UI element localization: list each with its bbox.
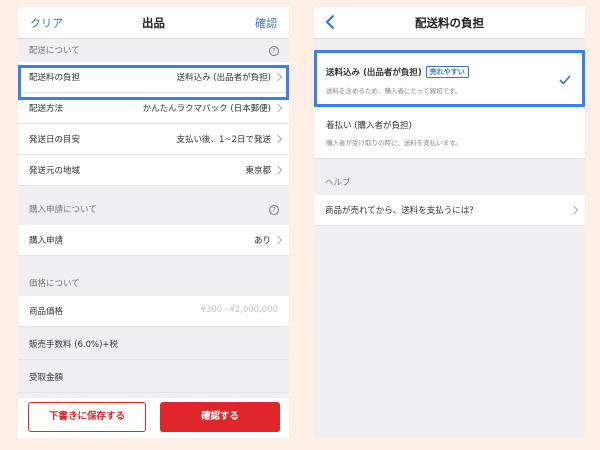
row-label: 配送方法 xyxy=(29,104,64,114)
save-draft-button[interactable]: 下書きに保存する xyxy=(28,402,146,432)
row-label: 発送日の目安 xyxy=(29,135,81,145)
price-section-header: 価格について xyxy=(18,273,289,295)
confirm-button[interactable]: 確認する xyxy=(160,402,280,432)
shipping-fee-screen: 配送料の負担 送料込み (出品者が負担) 売れやすい 送料を含めるため、購入者にと… xyxy=(314,7,585,438)
row-value: 支払い後、1~2日で発送 xyxy=(176,135,271,145)
fee-label: 販売手数料 (6.0%)+税 xyxy=(29,340,119,350)
shipping-fee-row[interactable]: 配送料の負担 送料込み (出品者が負担) xyxy=(18,62,289,93)
confirm-link[interactable]: 確認 xyxy=(255,15,277,31)
row-label: 発送元の地域 xyxy=(29,166,81,176)
shipping-method-row[interactable]: 配送方法 かんたんラクマパック (日本郵便) xyxy=(18,93,289,124)
checkmark-icon xyxy=(559,75,571,85)
option-title-text: 送料込み (出品者が負担) xyxy=(326,68,422,78)
listing-navbar: クリア 出品 確認 xyxy=(18,7,289,39)
row-value: かんたんラクマパック (日本郵便) xyxy=(142,104,271,114)
help-section-title: ヘルプ xyxy=(325,178,351,188)
option-desc: 送料を含めるため、購入者にとって親切です。 xyxy=(326,87,462,95)
purchase-section-title: 購入申請について xyxy=(29,205,97,215)
row-label: 商品価格 xyxy=(29,307,64,317)
price-section-title: 価格について xyxy=(29,279,80,289)
row-value: あり xyxy=(253,236,271,246)
listing-screen: クリア 出品 確認 配送について ? 配送料の負担 送料込み (出品者が負担) … xyxy=(18,7,289,438)
row-value: 東京都 xyxy=(245,166,271,176)
purchase-request-row[interactable]: 購入申請 あり xyxy=(18,225,289,256)
purchase-section-header: 購入申請について ? xyxy=(18,199,289,221)
chevron-right-icon xyxy=(569,205,579,215)
row-label: 購入申請 xyxy=(29,236,64,246)
help-icon[interactable]: ? xyxy=(269,205,279,215)
fee-row: 販売手数料 (6.0%)+税 xyxy=(18,329,289,360)
option-title: 送料込み (出品者が負担) 売れやすい xyxy=(326,66,469,78)
help-section-header: ヘルプ xyxy=(314,172,585,194)
help-link-row[interactable]: 商品が売れてから、送料を支払うには？ xyxy=(314,195,585,226)
action-footer: 下書きに保存する 確認する xyxy=(18,398,289,438)
price-row[interactable]: 商品価格 ¥300~¥2,000,000 xyxy=(18,296,289,327)
receive-label: 受取金額 xyxy=(29,373,64,383)
row-label: 配送料の負担 xyxy=(29,73,81,83)
receive-amount-row: 受取金額 xyxy=(18,362,289,393)
chevron-right-icon xyxy=(273,134,283,144)
shipping-section-header: 配送について ? xyxy=(18,40,289,62)
help-icon[interactable]: ? xyxy=(269,46,279,56)
chevron-right-icon xyxy=(273,235,283,245)
help-link: 商品が売れてから、送料を支払うには？ xyxy=(325,206,478,216)
option-desc: 購入者が受け取りの時に、送料を支払います。 xyxy=(326,139,462,147)
shipping-fee-navbar: 配送料の負担 xyxy=(314,7,585,39)
shipping-section-title: 配送について xyxy=(29,46,80,56)
option-seller-pays[interactable]: 送料込み (出品者が負担) 売れやすい 送料を含めるため、購入者にとって親切です。 xyxy=(314,52,585,107)
chevron-right-icon xyxy=(273,103,283,113)
row-value: 送料込み (出品者が負担) xyxy=(176,73,271,83)
chevron-right-icon xyxy=(273,165,283,175)
easy-to-sell-badge: 売れやすい xyxy=(425,66,469,78)
option-title: 着払い (購入者が負担) xyxy=(326,121,412,131)
shipping-days-row[interactable]: 発送日の目安 支払い後、1~2日で発送 xyxy=(18,124,289,155)
price-input[interactable]: ¥300~¥2,000,000 xyxy=(201,305,278,315)
page-title: 配送料の負担 xyxy=(415,16,484,30)
option-buyer-pays[interactable]: 着払い (購入者が負担) 購入者が受け取りの時に、送料を支払います。 xyxy=(314,107,585,159)
chevron-right-icon xyxy=(273,72,283,82)
page-title: 出品 xyxy=(142,16,165,30)
shipping-region-row[interactable]: 発送元の地域 東京都 xyxy=(18,155,289,186)
